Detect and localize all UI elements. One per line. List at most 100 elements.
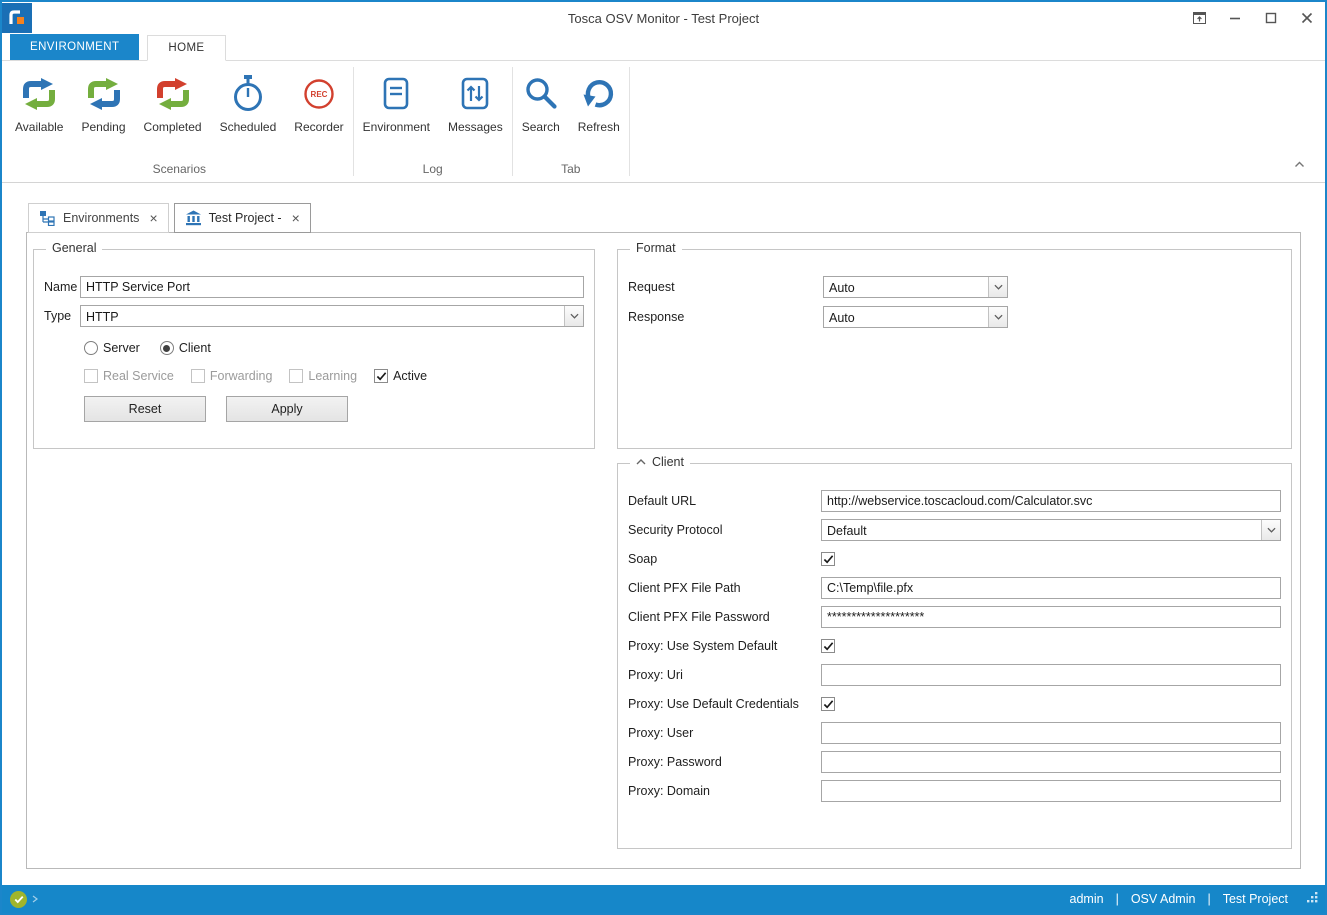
doc-tab-environments[interactable]: Environments × — [28, 203, 169, 233]
pfx-path-label: Client PFX File Path — [628, 581, 821, 595]
group-label-scenarios: Scenarios — [6, 160, 353, 182]
type-label: Type — [44, 309, 80, 323]
status-separator: | — [1207, 892, 1210, 906]
status-session-info: admin | OSV Admin | Test Project — [1070, 891, 1319, 907]
window-controls — [1181, 2, 1325, 34]
sync-arrows-blue-green-icon — [20, 73, 58, 115]
proxy-user-input[interactable] — [821, 722, 1281, 744]
ribbon: Available Pending — [2, 61, 1325, 183]
available-button[interactable]: Available — [6, 69, 72, 136]
general-section: General Name Type HTTP — [33, 249, 595, 449]
close-tab-icon[interactable]: × — [292, 211, 300, 225]
close-tab-icon[interactable]: × — [149, 211, 157, 225]
proxy-system-default-label: Proxy: Use System Default — [628, 639, 821, 653]
client-section: Client Default URL Security Protocol Def… — [617, 463, 1292, 849]
group-label-log: Log — [354, 160, 512, 182]
learning-checkbox[interactable] — [289, 369, 303, 383]
server-option[interactable]: Server — [84, 341, 140, 355]
proxy-uri-label: Proxy: Uri — [628, 668, 821, 682]
sync-arrows-red-green-icon — [154, 73, 192, 115]
proxy-domain-input[interactable] — [821, 780, 1281, 802]
tab-home[interactable]: HOME — [147, 35, 225, 61]
client-pfx-file-password-input[interactable] — [821, 606, 1281, 628]
client-radio[interactable] — [160, 341, 174, 355]
scheduled-label: Scheduled — [220, 120, 277, 134]
proxy-use-default-credentials-checkbox[interactable] — [821, 697, 835, 711]
app-logo-icon[interactable] — [2, 3, 32, 33]
real-service-checkbox[interactable] — [84, 369, 98, 383]
default-url-input[interactable] — [821, 490, 1281, 512]
proxy-uri-input[interactable] — [821, 664, 1281, 686]
security-protocol-row: Security Protocol Default — [628, 519, 1281, 541]
soap-checkbox[interactable] — [821, 552, 835, 566]
maximize-button[interactable] — [1253, 2, 1289, 34]
left-column: General Name Type HTTP — [33, 249, 595, 856]
active-checkbox[interactable] — [374, 369, 388, 383]
resize-grip[interactable] — [1306, 891, 1319, 907]
general-buttons-row: Reset Apply — [84, 396, 584, 422]
svg-text:REC: REC — [311, 90, 328, 99]
search-button[interactable]: Search — [513, 69, 569, 136]
security-protocol-select[interactable]: Default — [821, 519, 1281, 541]
ribbon-collapse-button[interactable] — [1291, 158, 1307, 170]
server-radio[interactable] — [84, 341, 98, 355]
client-pfx-file-path-input[interactable] — [821, 577, 1281, 599]
pfx-password-label: Client PFX File Password — [628, 610, 821, 624]
proxy-uri-row: Proxy: Uri — [628, 664, 1281, 686]
search-icon — [522, 73, 560, 115]
response-label: Response — [628, 310, 823, 324]
security-protocol-label: Security Protocol — [628, 523, 821, 537]
doc-tab-test-project[interactable]: Test Project - × — [174, 203, 311, 233]
client-section-header: Client — [630, 455, 690, 469]
messages-button[interactable]: Messages — [439, 69, 512, 136]
dock-window-button[interactable] — [1181, 2, 1217, 34]
rec-icon: REC — [301, 73, 337, 115]
pending-label: Pending — [81, 120, 125, 134]
pending-button[interactable]: Pending — [72, 69, 134, 136]
chevron-down-icon[interactable] — [564, 306, 583, 326]
forwarding-checkbox[interactable] — [191, 369, 205, 383]
check-icon — [376, 371, 387, 382]
proxy-use-system-default-checkbox[interactable] — [821, 639, 835, 653]
learning-option: Learning — [289, 369, 357, 383]
refresh-button[interactable]: Refresh — [569, 69, 629, 136]
chevron-down-icon[interactable] — [1261, 520, 1280, 540]
reset-button[interactable]: Reset — [84, 396, 206, 422]
tab-environment[interactable]: ENVIRONMENT — [10, 34, 139, 60]
name-input[interactable] — [80, 276, 584, 298]
response-select[interactable]: Auto — [823, 306, 1008, 328]
active-option[interactable]: Active — [374, 369, 427, 383]
server-radio-label: Server — [103, 341, 140, 355]
window-title: Tosca OSV Monitor - Test Project — [2, 11, 1325, 26]
check-icon — [823, 699, 834, 710]
group-separator — [629, 67, 630, 176]
soap-label: Soap — [628, 552, 821, 566]
mode-radio-group: Server Client — [84, 341, 584, 355]
close-button[interactable] — [1289, 2, 1325, 34]
environment-log-button[interactable]: Environment — [354, 69, 439, 136]
chevron-down-icon[interactable] — [988, 277, 1007, 297]
minimize-button[interactable] — [1217, 2, 1253, 34]
recorder-button[interactable]: REC Recorder — [285, 69, 352, 136]
chevron-down-icon[interactable] — [988, 307, 1007, 327]
proxy-password-row: Proxy: Password — [628, 751, 1281, 773]
status-expand-icon[interactable] — [32, 892, 38, 906]
name-label: Name — [44, 280, 80, 294]
hierarchy-icon — [39, 210, 56, 226]
refresh-icon — [580, 73, 618, 115]
proxy-password-input[interactable] — [821, 751, 1281, 773]
chevron-up-icon — [1294, 161, 1305, 168]
main-area: Environments × Test Project - × Gener — [2, 183, 1325, 885]
completed-button[interactable]: Completed — [135, 69, 211, 136]
type-select[interactable]: HTTP — [80, 305, 584, 327]
client-radio-label: Client — [179, 341, 211, 355]
collapse-section-icon[interactable] — [636, 459, 646, 465]
title-bar[interactable]: Tosca OSV Monitor - Test Project — [2, 2, 1325, 34]
scheduled-button[interactable]: Scheduled — [211, 69, 286, 136]
request-select[interactable]: Auto — [823, 276, 1008, 298]
apply-button[interactable]: Apply — [226, 396, 348, 422]
client-option[interactable]: Client — [160, 341, 211, 355]
ribbon-group-scenarios: Available Pending — [6, 61, 353, 182]
proxy-user-row: Proxy: User — [628, 722, 1281, 744]
list-document-icon — [380, 73, 412, 115]
